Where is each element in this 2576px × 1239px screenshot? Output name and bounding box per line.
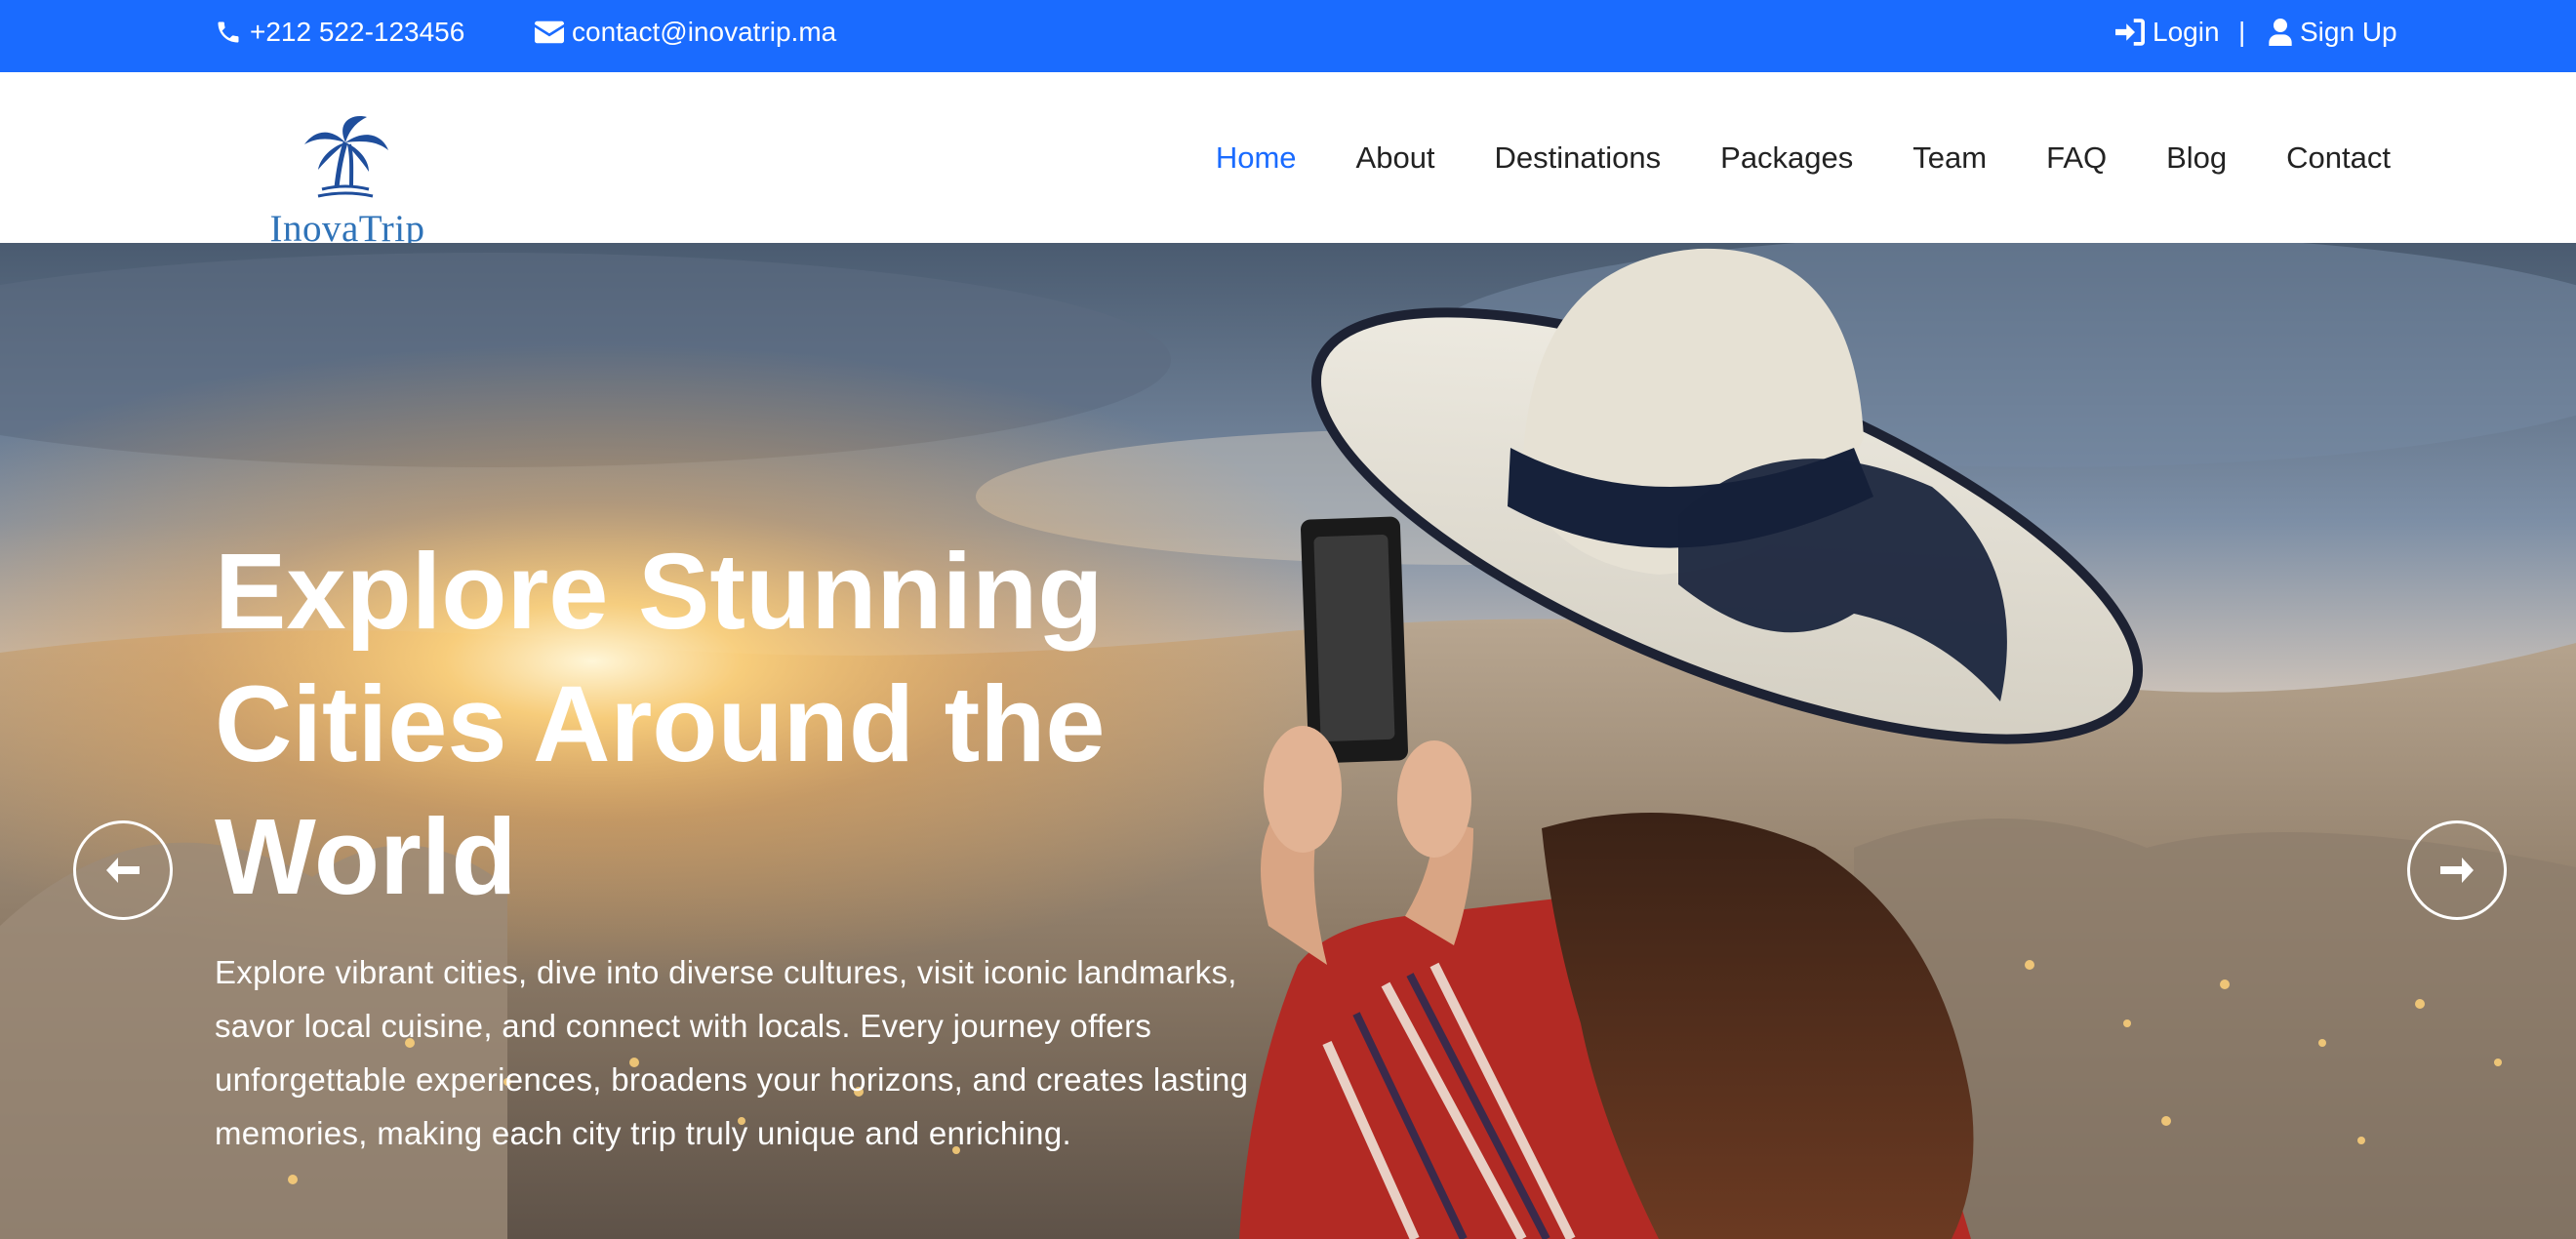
brand-logo[interactable]: InovaTrip (244, 111, 439, 250)
slider-prev-button[interactable] (73, 820, 173, 920)
login-label: Login (2153, 17, 2220, 47)
hero-slider: Explore Stunning Cities Around the World… (0, 243, 2576, 1239)
phone-number: +212 522-123456 (250, 17, 465, 47)
nav-item-about[interactable]: About (1356, 140, 1435, 176)
hero-description: Explore vibrant cities, dive into divers… (215, 954, 1249, 1151)
nav-item-packages[interactable]: Packages (1720, 140, 1853, 176)
top-contact-bar: +212 522-123456 contact@inovatrip.ma Log… (0, 0, 2576, 72)
login-icon (2115, 19, 2145, 46)
arrow-left-icon (106, 858, 140, 883)
auth-separator: | (2238, 17, 2246, 47)
nav-item-home[interactable]: Home (1216, 140, 1297, 176)
palm-tree-icon (304, 116, 388, 198)
signup-link[interactable]: Sign Up (2269, 0, 2397, 64)
arrow-right-icon (2440, 858, 2474, 883)
user-icon (2269, 19, 2292, 46)
phone-link[interactable]: +212 522-123456 (215, 0, 464, 64)
slider-next-button[interactable] (2407, 820, 2507, 920)
envelope-icon (535, 20, 564, 44)
signup-label: Sign Up (2300, 17, 2397, 47)
hero-title: Explore Stunning Cities Around the World (215, 532, 1106, 917)
nav-item-destinations[interactable]: Destinations (1495, 140, 1662, 176)
primary-nav: Home About Destinations Packages Team FA… (1216, 72, 2391, 243)
email-link[interactable]: contact@inovatrip.ma (535, 0, 836, 64)
login-link[interactable]: Login (2115, 0, 2220, 64)
nav-item-contact[interactable]: Contact (2286, 140, 2391, 176)
email-address: contact@inovatrip.ma (572, 17, 837, 47)
main-navbar: InovaTrip Home About Destinations Packag… (0, 72, 2576, 250)
phone-icon (218, 21, 239, 43)
nav-item-team[interactable]: Team (1912, 140, 1987, 176)
nav-item-faq[interactable]: FAQ (2046, 140, 2107, 176)
nav-item-blog[interactable]: Blog (2166, 140, 2227, 176)
